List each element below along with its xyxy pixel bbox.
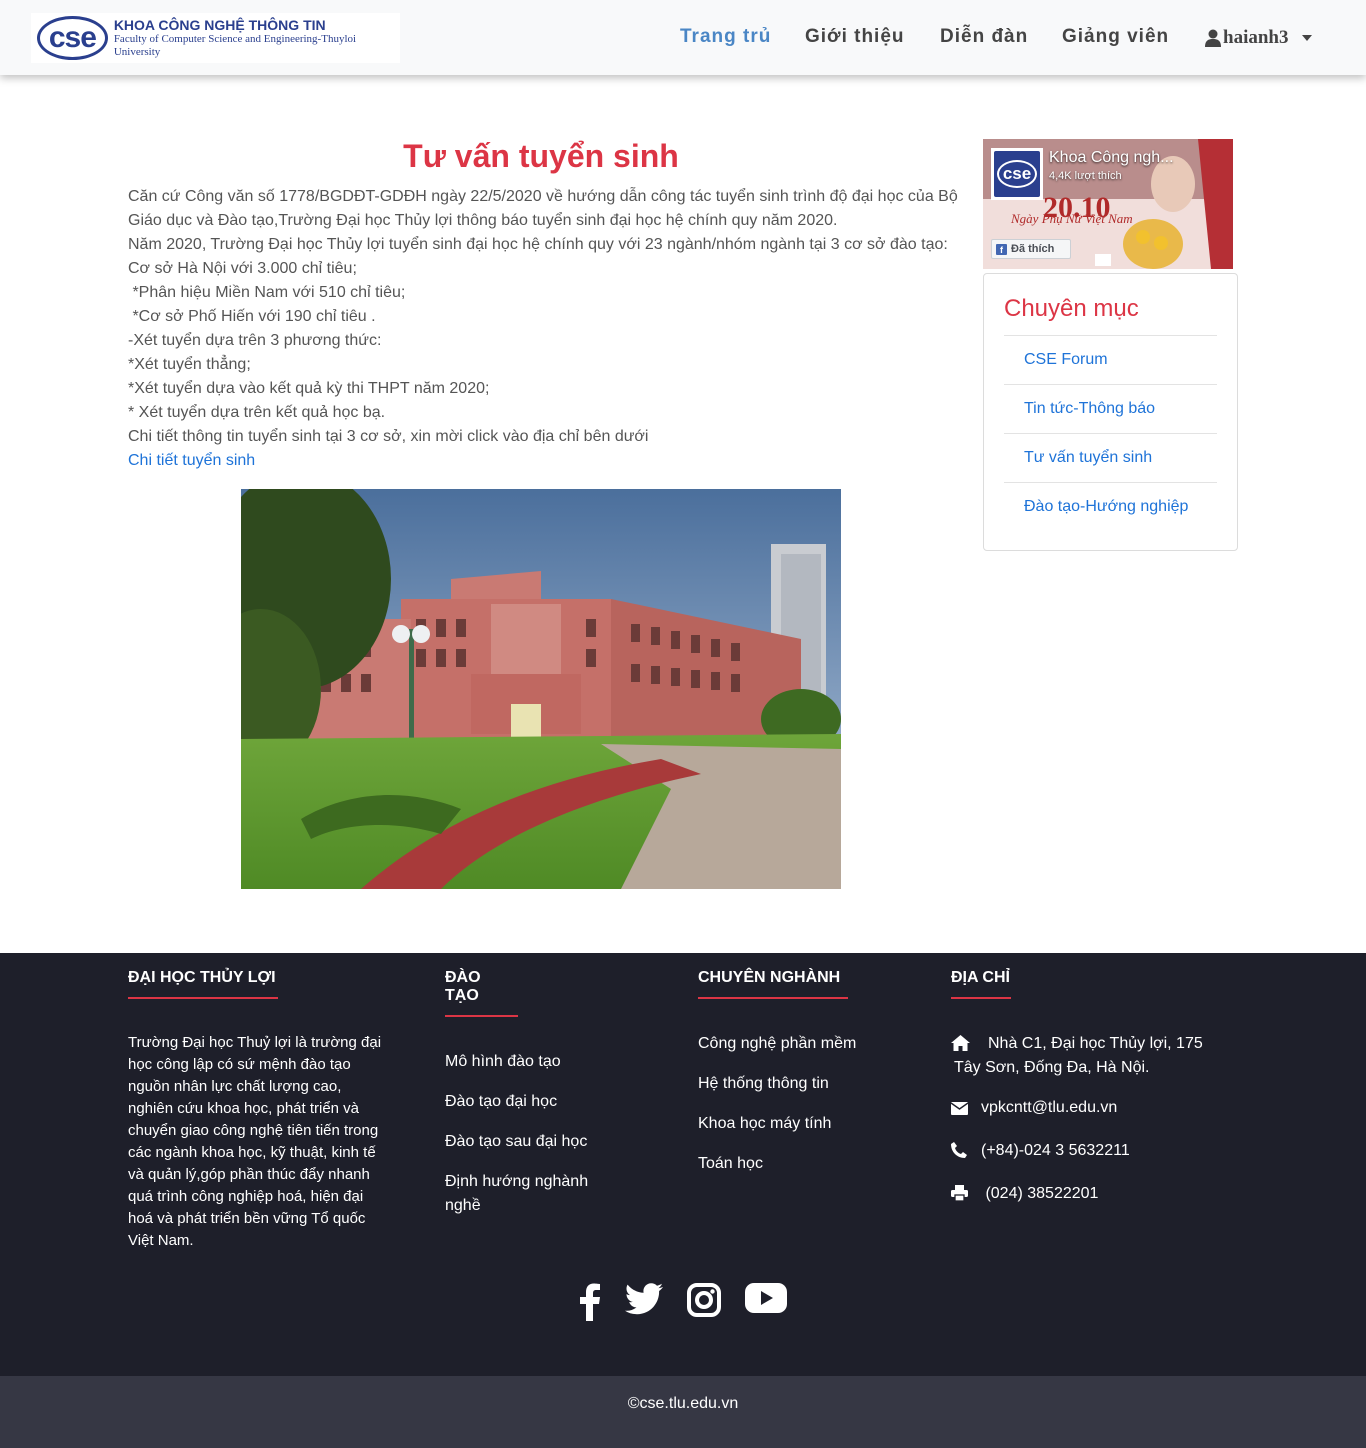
page-title: Tư vấn tuyển sinh bbox=[403, 138, 679, 174]
footer-col-majors: CHUYÊN NGHÀNH Công nghệ phần mềm Hệ thốn… bbox=[698, 969, 856, 1192]
printer-icon bbox=[951, 1182, 981, 1209]
nav-about[interactable]: Giới thiệu bbox=[805, 26, 905, 48]
footer-link[interactable]: Đào tạo đại học bbox=[445, 1093, 557, 1110]
campus-photo bbox=[241, 489, 841, 889]
main-nav: Trang trủ Giới thiệu Diễn đàn Giảng viên bbox=[0, 26, 1366, 50]
footer-link[interactable]: Định hướng nghành nghề bbox=[445, 1173, 588, 1214]
article-paragraph: *Cơ sở Phố Hiến với 190 chỉ tiêu . bbox=[128, 308, 376, 325]
category-link-news[interactable]: Tin tức-Thông báo bbox=[1024, 400, 1155, 418]
category-list: CSE Forum Tin tức-Thông báo Tư vấn tuyển… bbox=[1004, 335, 1217, 531]
top-navbar: cse KHOA CÔNG NGHỆ THÔNG TIN Faculty of … bbox=[0, 0, 1366, 75]
envelope-icon bbox=[950, 1096, 981, 1123]
article-paragraph: *Xét tuyển dựa vào kết quả kỳ thi THPT n… bbox=[128, 380, 490, 397]
category-item: Tin tức-Thông báo bbox=[1004, 384, 1217, 433]
article-paragraph: Chi tiết thông tin tuyển sinh tại 3 cơ s… bbox=[128, 428, 649, 445]
username: haianh3 bbox=[1223, 27, 1289, 48]
copyright-text: ©cse.tlu.edu.vn bbox=[627, 1395, 739, 1412]
article-paragraph: -Xét tuyển dựa trên 3 phương thức: bbox=[128, 332, 382, 349]
category-title: Chuyên mục bbox=[1004, 295, 1139, 322]
facebook-page-widget[interactable]: 20.10 Ngày Phụ Nữ Việt Nam cse Khoa Công… bbox=[983, 139, 1233, 269]
footer-col-university: ĐẠI HỌC THỦY LỢI Trường Đại học Thuỷ lợi… bbox=[128, 969, 390, 1252]
instagram-icon[interactable] bbox=[687, 1283, 721, 1321]
user-icon bbox=[1205, 29, 1221, 47]
banner-subtitle: Ngày Phụ Nữ Việt Nam bbox=[1010, 211, 1133, 226]
footer-link[interactable]: Khoa học máy tính bbox=[698, 1115, 831, 1132]
footer-heading: ĐÀO TẠO bbox=[445, 969, 518, 1017]
fb-page-avatar: cse bbox=[991, 148, 1043, 200]
copyright-bar: ©cse.tlu.edu.vn bbox=[0, 1376, 1366, 1448]
article-paragraph: Năm 2020, Trường Đại học Thủy lợi tuyển … bbox=[128, 236, 948, 253]
footer-heading: ĐẠI HỌC THỦY LỢI bbox=[128, 969, 278, 999]
article-paragraph: * Xét tuyển dựa trên kết quả học bạ. bbox=[128, 404, 386, 421]
footer-link[interactable]: Toán học bbox=[698, 1155, 763, 1172]
category-link-training[interactable]: Đào tạo-Hướng nghiệp bbox=[1024, 498, 1188, 516]
category-card: Chuyên mục CSE Forum Tin tức-Thông báo T… bbox=[983, 273, 1238, 551]
facebook-icon[interactable] bbox=[579, 1283, 601, 1321]
footer-email[interactable]: vpkcntt@tlu.edu.vn bbox=[981, 1096, 1117, 1120]
footer-phone: (+84)-024 3 5632211 bbox=[981, 1142, 1130, 1159]
footer-col-address: ĐỊA CHỈ Nhà C1, Đại học Thủy lợi, 175 Tâ… bbox=[950, 969, 1211, 1225]
footer-heading: ĐỊA CHỈ bbox=[951, 969, 1011, 999]
category-item: CSE Forum bbox=[1004, 335, 1217, 384]
article-paragraph: Cơ sở Hà Nội với 3.000 chỉ tiêu; bbox=[128, 260, 357, 277]
footer-col-training: ĐÀO TẠO Mô hình đào tạo Đào tạo đại học … bbox=[445, 969, 605, 1234]
twitter-icon[interactable] bbox=[625, 1283, 663, 1321]
article-paragraph: *Xét tuyển thẳng; bbox=[128, 356, 251, 373]
footer-about-text: Trường Đại học Thuỷ lợi là trường đại họ… bbox=[128, 1034, 382, 1249]
article-paragraph: Căn cứ Công văn số 1778/BGDĐT-GDĐH ngày … bbox=[128, 188, 963, 229]
footer-fax: (024) 38522201 bbox=[981, 1185, 1099, 1202]
footer-link[interactable]: Mô hình đào tạo bbox=[445, 1053, 561, 1070]
footer-link[interactable]: Đào tạo sau đại học bbox=[445, 1133, 587, 1150]
nav-forum[interactable]: Diễn đàn bbox=[940, 26, 1028, 48]
youtube-icon[interactable] bbox=[745, 1283, 787, 1321]
nav-home[interactable]: Trang trủ bbox=[680, 26, 771, 48]
category-link-cse-forum[interactable]: CSE Forum bbox=[1024, 351, 1108, 369]
user-menu[interactable]: haianh3 bbox=[1205, 27, 1313, 49]
nav-lecturers[interactable]: Giảng viên bbox=[1062, 26, 1169, 48]
footer-link[interactable]: Hệ thống thông tin bbox=[698, 1075, 829, 1092]
facebook-icon: f bbox=[996, 243, 1007, 255]
phone-icon bbox=[951, 1139, 981, 1166]
category-link-admissions[interactable]: Tư vấn tuyển sinh bbox=[1024, 449, 1152, 467]
fb-like-count: 4,4K lượt thích bbox=[1049, 170, 1122, 182]
admission-details-link[interactable]: Chi tiết tuyển sinh bbox=[128, 452, 255, 469]
footer-address: Nhà C1, Đại học Thủy lợi, 175 Tây Sơn, Đ… bbox=[954, 1035, 1203, 1076]
fb-page-name[interactable]: Khoa Công ngh... bbox=[1049, 149, 1174, 167]
chevron-down-icon bbox=[1302, 35, 1313, 41]
social-links bbox=[0, 1283, 1366, 1321]
footer-link[interactable]: Công nghệ phần mềm bbox=[698, 1035, 856, 1052]
article-body: Căn cứ Công văn số 1778/BGDĐT-GDĐH ngày … bbox=[128, 185, 968, 473]
footer-heading: CHUYÊN NGHÀNH bbox=[698, 969, 848, 999]
category-item: Tư vấn tuyển sinh bbox=[1004, 433, 1217, 482]
site-footer: ĐẠI HỌC THỦY LỢI Trường Đại học Thuỷ lợi… bbox=[0, 953, 1366, 1376]
fb-like-button[interactable]: f Đã thích bbox=[991, 239, 1071, 259]
article-paragraph: *Phân hiệu Miền Nam với 510 chỉ tiêu; bbox=[128, 284, 406, 301]
category-item: Đào tạo-Hướng nghiệp bbox=[1004, 482, 1217, 531]
